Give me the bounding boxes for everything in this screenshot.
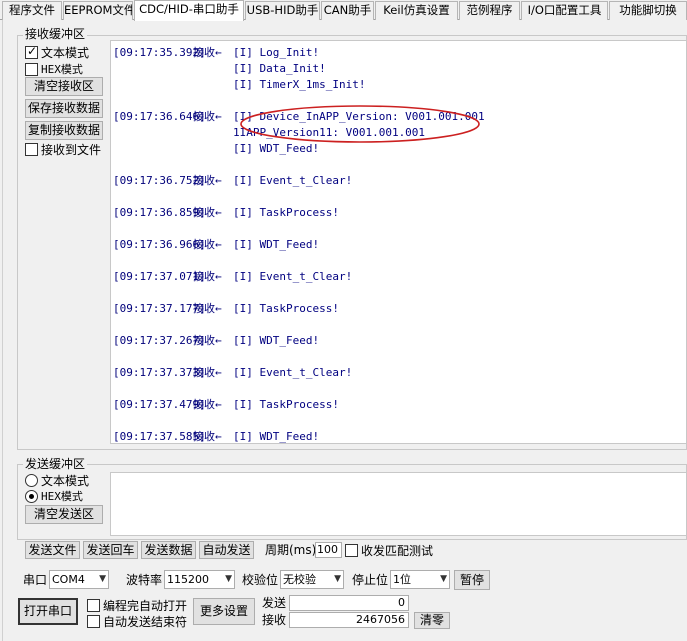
auto-send-end-label: 自动发送结束符	[103, 615, 188, 629]
sent-count-label: 发送	[262, 596, 287, 610]
rx-text-mode-checkbox[interactable]: 文本模式	[25, 44, 89, 61]
send-data-button[interactable]: 发送数据	[141, 541, 196, 559]
checkbox-icon	[87, 615, 100, 628]
rx-hex-mode-checkbox[interactable]: HEX模式	[25, 61, 83, 77]
period-input[interactable]: 100	[315, 542, 342, 558]
auto-open-label: 编程完自动打开	[103, 599, 188, 613]
stop-bits-label: 停止位	[352, 573, 389, 587]
port-select[interactable]: COM4 ▼	[49, 570, 109, 589]
parity-select[interactable]: 无校验 ▼	[280, 570, 344, 589]
stop-bits-select[interactable]: 1位 ▼	[390, 570, 450, 589]
tab-bar: 程序文件 EEPROM文件 CDC/HID-串口助手 USB-HID助手 CAN…	[0, 0, 687, 21]
clear-receive-button[interactable]: 清空接收区	[25, 77, 103, 96]
save-receive-button[interactable]: 保存接收数据	[25, 99, 103, 118]
tab-eeprom-file[interactable]: EEPROM文件	[63, 1, 133, 20]
annotation-ellipse	[240, 105, 480, 143]
tx-hex-mode-label: HEX模式	[41, 490, 83, 503]
auto-open-checkbox[interactable]: 编程完自动打开	[87, 597, 187, 614]
tab-pin-switch[interactable]: 功能脚切换	[609, 1, 687, 20]
receive-log-area[interactable]: [09:17:35.392]接收← [I] Log_Init! [I] Data_I…	[110, 40, 687, 444]
tx-hex-mode-radio[interactable]: HEX模式	[25, 488, 83, 504]
port-value: COM4	[52, 573, 85, 586]
parity-value: 无校验	[283, 573, 316, 586]
baud-select[interactable]: 115200 ▼	[164, 570, 235, 589]
tab-io-config[interactable]: I/O口配置工具	[521, 1, 608, 20]
sent-count-field: 0	[289, 595, 409, 611]
send-group-title: 发送缓冲区	[23, 457, 88, 471]
chevron-down-icon: ▼	[334, 574, 341, 584]
baud-value: 115200	[167, 573, 209, 586]
copy-receive-button[interactable]: 复制接收数据	[25, 121, 103, 140]
tab-program-file[interactable]: 程序文件	[2, 1, 62, 20]
tx-text-mode-radio[interactable]: 文本模式	[25, 472, 89, 489]
chevron-down-icon: ▼	[440, 574, 447, 584]
match-test-checkbox[interactable]: 收发匹配测试	[345, 542, 433, 559]
radio-icon	[25, 474, 38, 487]
tab-can[interactable]: CAN助手	[321, 1, 374, 20]
checkbox-icon	[345, 544, 358, 557]
tab-keil-sim[interactable]: Keil仿真设置	[375, 1, 458, 20]
tx-text-mode-label: 文本模式	[41, 474, 90, 488]
radio-selected-icon	[25, 489, 38, 503]
baud-label: 波特率	[126, 573, 163, 587]
clear-count-button[interactable]: 清零	[414, 612, 450, 629]
recv-count-label: 接收	[262, 613, 287, 627]
tab-usb-hid[interactable]: USB-HID助手	[245, 1, 320, 20]
parity-label: 校验位	[242, 573, 279, 587]
match-test-label: 收发匹配测试	[361, 544, 434, 558]
port-label: 串口	[23, 573, 48, 587]
chevron-down-icon: ▼	[99, 574, 106, 584]
checkbox-icon	[25, 143, 38, 156]
rx-to-file-label: 接收到文件	[41, 143, 102, 157]
stop-bits-value: 1位	[393, 573, 411, 586]
tab-cdc-hid-serial[interactable]: CDC/HID-串口助手	[134, 0, 244, 21]
checkbox-icon	[87, 599, 100, 612]
more-settings-button[interactable]: 更多设置	[193, 598, 255, 625]
tab-examples[interactable]: 范例程序	[459, 1, 520, 20]
rx-text-mode-label: 文本模式	[41, 46, 90, 60]
send-file-button[interactable]: 发送文件	[25, 541, 80, 559]
rx-hex-mode-label: HEX模式	[41, 63, 83, 76]
period-label: 周期(ms)	[265, 543, 317, 557]
checkbox-icon	[25, 62, 38, 76]
recv-count-field: 2467056	[289, 612, 409, 628]
rx-to-file-checkbox[interactable]: 接收到文件	[25, 141, 101, 158]
send-enter-button[interactable]: 发送回车	[83, 541, 138, 559]
auto-send-end-checkbox[interactable]: 自动发送结束符	[87, 613, 187, 630]
checkbox-checked-icon	[25, 44, 38, 59]
pause-button[interactable]: 暂停	[454, 570, 490, 590]
open-port-button[interactable]: 打开串口	[18, 598, 78, 625]
auto-send-button[interactable]: 自动发送	[199, 541, 254, 559]
send-input-area[interactable]	[110, 472, 687, 536]
chevron-down-icon: ▼	[225, 574, 232, 584]
receive-group-title: 接收缓冲区	[23, 27, 88, 41]
clear-send-button[interactable]: 清空发送区	[25, 505, 103, 524]
